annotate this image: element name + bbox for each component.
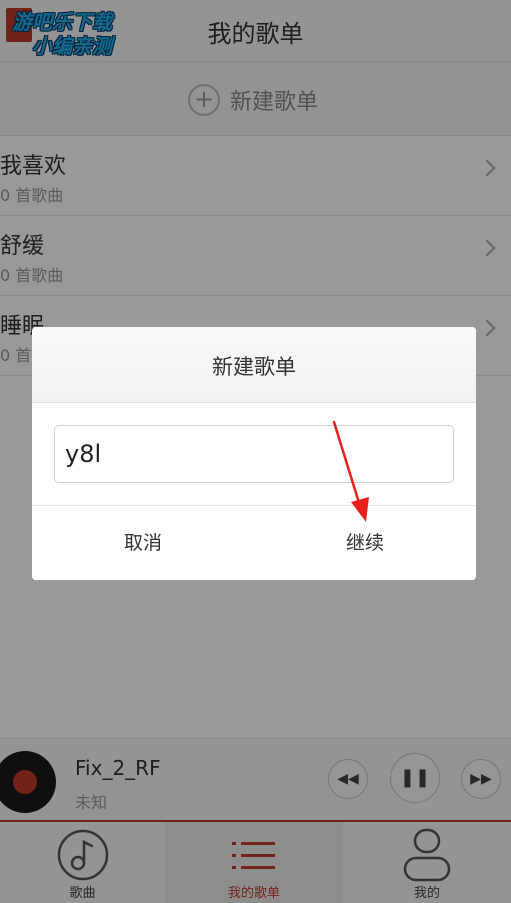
continue-button[interactable]: 继续 (254, 506, 476, 580)
cancel-button[interactable]: 取消 (32, 506, 254, 580)
dialog-footer: 取消 继续 (32, 505, 476, 580)
new-playlist-dialog: 新建歌单 取消 继续 (32, 327, 476, 580)
playlist-name-input[interactable] (54, 425, 454, 483)
dialog-title: 新建歌单 (212, 355, 296, 379)
dialog-header: 新建歌单 (32, 327, 476, 403)
